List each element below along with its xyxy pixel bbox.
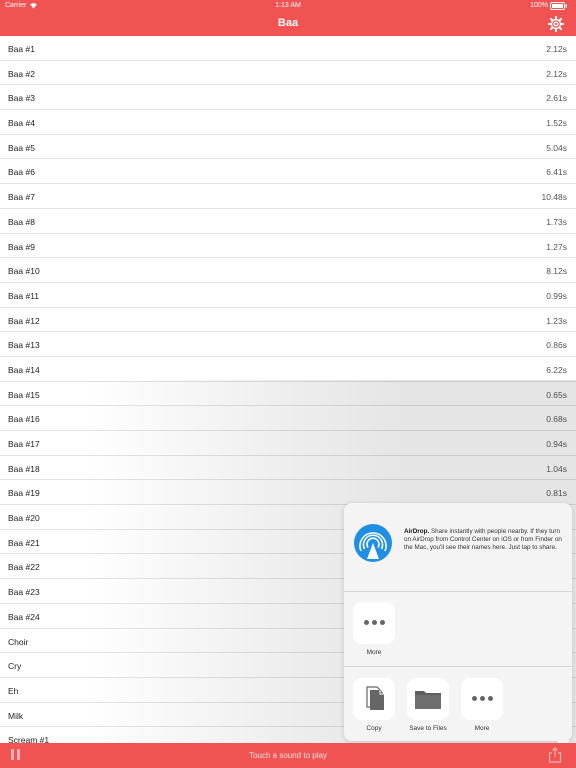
status-time: 1:13 AM	[275, 2, 301, 9]
sound-name: Baa #24	[8, 611, 40, 622]
sound-duration: 10.48s	[541, 192, 567, 203]
sound-row[interactable]: Baa #3 2.61s	[0, 85, 576, 111]
battery-icon	[550, 2, 568, 12]
sound-name: Baa #6	[8, 167, 35, 178]
sound-duration: 8.12s	[546, 266, 567, 277]
sound-name: Baa #22	[8, 562, 40, 573]
sound-name: Baa #17	[8, 439, 40, 449]
share-sheet: AirDrop. Share instantly with people nea…	[344, 503, 572, 741]
page-title: Baa	[277, 17, 299, 29]
airdrop-title: AirDrop.	[404, 528, 430, 535]
sound-row[interactable]: Baa #16 0.68s	[0, 406, 576, 431]
save-to-files-button[interactable]: Save to Files	[406, 678, 450, 732]
sound-row[interactable]: Baa #12 1.23s	[0, 307, 576, 333]
sound-name: Cry	[8, 661, 22, 672]
battery-percent: 100%	[530, 2, 548, 9]
sound-name: Baa #9	[8, 241, 35, 252]
sound-duration: 1.27s	[546, 241, 567, 252]
sound-name: Baa #18	[8, 463, 40, 474]
sound-duration: 1.04s	[546, 463, 567, 474]
more-icon	[353, 602, 395, 644]
sound-duration: 1.52s	[546, 118, 567, 129]
sound-name: Baa #12	[8, 315, 40, 326]
sound-duration: 6.41s	[546, 167, 567, 178]
sound-row[interactable]: Baa #2 2.12s	[0, 60, 576, 86]
copy-label: Copy	[366, 725, 382, 732]
play-prompt: Touch a sound to play	[249, 751, 327, 760]
sound-name: Baa #19	[8, 488, 40, 499]
sound-name: Baa #10	[8, 266, 40, 277]
sound-name: Baa #5	[8, 142, 35, 153]
folder-icon	[407, 678, 449, 720]
sound-duration: 6.22s	[546, 364, 567, 375]
sound-duration: 5.04s	[546, 142, 567, 153]
copy-button[interactable]: Copy	[352, 678, 396, 732]
airdrop-description: AirDrop. Share instantly with people nea…	[404, 528, 564, 553]
sound-row[interactable]: Baa #18 1.04s	[0, 455, 576, 481]
sound-duration: 1.23s	[546, 315, 567, 326]
sound-row[interactable]: Baa #14 6.22s	[0, 356, 576, 382]
sound-duration: 0.86s	[546, 340, 567, 351]
sound-row[interactable]: Baa #5 5.04s	[0, 134, 576, 160]
sound-name: Baa #15	[8, 389, 40, 400]
sound-row[interactable]: Baa #13 0.86s	[0, 332, 576, 357]
sound-duration: 1.73s	[546, 216, 567, 227]
sound-row[interactable]: Baa #11 0.99s	[0, 282, 576, 308]
sound-name: Choir	[8, 636, 29, 647]
airdrop-section[interactable]: AirDrop. Share instantly with people nea…	[344, 503, 572, 592]
airdrop-icon	[353, 523, 393, 563]
sound-row[interactable]: Baa #4 1.52s	[0, 110, 576, 135]
sound-duration: 0.81s	[546, 488, 567, 499]
actions-row: Copy Save to Files More	[344, 666, 572, 741]
sound-name: Baa #8	[8, 216, 35, 227]
sound-row[interactable]: Baa #1 2.12s	[0, 36, 576, 61]
sound-row[interactable]: Baa #6 6.41s	[0, 159, 576, 185]
sound-row[interactable]: Baa #7 10.48s	[0, 184, 576, 209]
copy-icon	[353, 678, 395, 720]
bottom-toolbar: Touch a sound to play	[0, 743, 576, 768]
navigation-bar: Baa	[0, 12, 576, 36]
sound-name: Baa #16	[8, 414, 40, 425]
sound-name: Baa #20	[8, 513, 40, 524]
sound-duration: 0.65s	[546, 389, 567, 400]
sound-name: Baa #2	[8, 68, 35, 79]
share-targets-row: More	[344, 591, 572, 667]
sound-name: Baa #21	[8, 537, 40, 548]
save-to-files-label: Save to Files	[409, 725, 447, 732]
sound-duration: 0.99s	[546, 290, 567, 301]
gear-icon[interactable]	[547, 15, 565, 33]
more-actions-label: More	[474, 725, 490, 732]
sound-name: Scream #1	[8, 735, 50, 743]
more-icon	[461, 678, 503, 720]
sound-name: Baa #7	[8, 192, 35, 203]
sound-row[interactable]: Baa #19 0.81s	[0, 480, 576, 506]
share-icon[interactable]	[548, 747, 562, 763]
sound-duration: 2.12s	[546, 44, 567, 54]
sound-row[interactable]: Baa #17 0.94s	[0, 431, 576, 456]
sound-name: Baa #23	[8, 587, 40, 598]
more-actions-button[interactable]: More	[460, 678, 504, 732]
sound-duration: 2.61s	[546, 93, 567, 104]
status-bar: Carrier 1:13 AM 100%	[0, 0, 576, 12]
sound-name: Baa #3	[8, 93, 35, 104]
sound-duration: 0.68s	[546, 414, 567, 425]
sound-name: Baa #14	[8, 364, 40, 375]
sound-row[interactable]: Baa #15 0.65s	[0, 381, 576, 407]
sound-row[interactable]: Baa #10 8.12s	[0, 258, 576, 283]
sound-duration: 0.94s	[546, 439, 567, 449]
sound-name: Milk	[8, 710, 24, 721]
more-label: More	[366, 649, 382, 656]
sound-row[interactable]: Baa #8 1.73s	[0, 208, 576, 234]
sound-name: Baa #1	[8, 44, 35, 54]
sound-row[interactable]: Baa #9 1.27s	[0, 233, 576, 259]
sound-name: Baa #4	[8, 118, 35, 129]
more-share-targets-button[interactable]: More	[352, 602, 396, 656]
sound-duration: 2.12s	[546, 68, 567, 79]
sound-name: Baa #13	[8, 340, 40, 351]
sound-name: Eh	[8, 685, 19, 696]
sound-name: Baa #11	[8, 290, 40, 301]
